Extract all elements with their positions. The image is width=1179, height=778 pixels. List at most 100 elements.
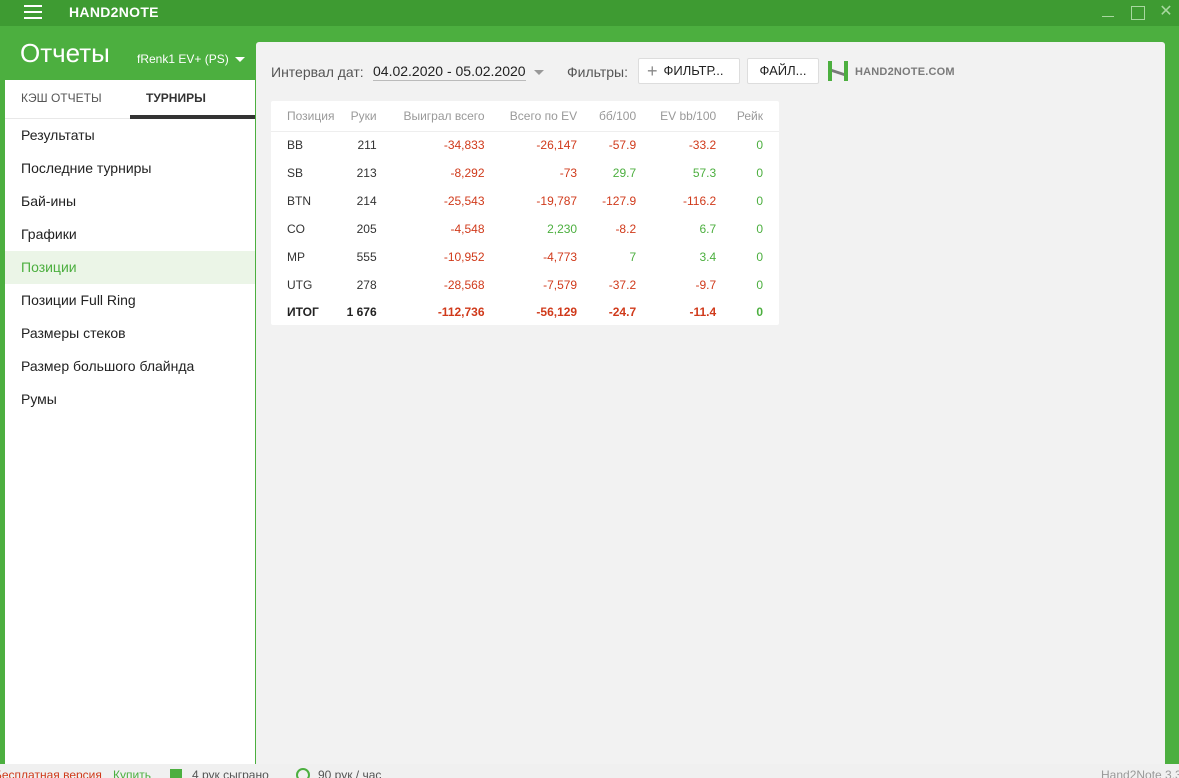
positions-table: Позиция Руки Выиграл всего Всего по EV б… xyxy=(271,101,779,325)
cell-pos: CO xyxy=(287,222,305,236)
cell-ev: -4,773 xyxy=(543,250,578,264)
cell-won: -4,548 xyxy=(450,222,485,236)
column-header-rake[interactable]: Рейк xyxy=(732,101,779,132)
sidebar-item-rooms[interactable]: Румы xyxy=(5,383,255,416)
cell-bb100: -127.9 xyxy=(602,194,637,208)
table-total-row[interactable]: ИТОГ 1 676 -112,736 -56,129 -24.7 -11.4 0 xyxy=(271,299,779,325)
chevron-down-icon xyxy=(234,57,245,63)
cell-won: -112,736 xyxy=(437,305,485,319)
sidebar-item-graphs[interactable]: Графики xyxy=(5,218,255,251)
date-range-selector[interactable]: 04.02.2020 - 05.02.2020 xyxy=(373,63,526,81)
cell-pos: SB xyxy=(287,166,304,180)
cell-won: -28,568 xyxy=(443,278,485,292)
cell-pos: BTN xyxy=(287,194,311,208)
hamburger-icon[interactable] xyxy=(24,5,42,19)
table-row[interactable]: BB 211 -34,833 -26,147 -57.9 -33.2 0 xyxy=(271,131,779,159)
table-row[interactable]: SB 213 -8,292 -73 29.7 57.3 0 xyxy=(271,159,779,187)
tab-tournaments[interactable]: ТУРНИРЫ xyxy=(146,91,206,105)
cell-won: -8,292 xyxy=(450,166,485,180)
cell-won: -34,833 xyxy=(443,138,485,153)
cell-pos: UTG xyxy=(287,278,313,292)
sidebar-item-results[interactable]: Результаты xyxy=(5,119,255,152)
cell-ev: -26,147 xyxy=(536,138,578,153)
main-panel: Интервал дат: 04.02.2020 - 05.02.2020 Фи… xyxy=(256,42,1165,764)
cell-rake: 0 xyxy=(756,250,763,264)
cell-ev: -73 xyxy=(559,166,578,180)
cell-hands: 555 xyxy=(356,250,377,264)
column-header-hands[interactable]: Руки xyxy=(341,101,393,132)
chevron-down-icon[interactable] xyxy=(534,70,544,75)
cell-hands: 211 xyxy=(357,138,377,153)
hands-played-count: 4 рук сыграно xyxy=(192,768,269,778)
cell-bb100: -37.2 xyxy=(608,278,637,292)
cell-ev: 2,230 xyxy=(547,222,578,236)
sidebar-item-buyins[interactable]: Бай-ины xyxy=(5,185,255,218)
cell-evbb: 3.4 xyxy=(699,250,717,264)
title-bar: HAND2NOTE ✕ xyxy=(0,0,1179,26)
cell-evbb: -11.4 xyxy=(689,305,717,319)
table-row[interactable]: UTG 278 -28,568 -7,579 -37.2 -9.7 0 xyxy=(271,271,779,299)
column-header-bb100[interactable]: бб/100 xyxy=(593,101,653,132)
table-header-row: Позиция Руки Выиграл всего Всего по EV б… xyxy=(271,101,779,132)
add-filter-button[interactable]: + ФИЛЬТР... xyxy=(638,58,740,84)
cell-bb100: 29.7 xyxy=(612,166,637,180)
cell-evbb: 57.3 xyxy=(692,166,717,180)
minimize-icon[interactable] xyxy=(1099,4,1117,22)
date-interval-label: Интервал дат: xyxy=(271,64,364,80)
cell-evbb: -33.2 xyxy=(688,138,717,153)
table-row[interactable]: BTN 214 -25,543 -19,787 -127.9 -116.2 0 xyxy=(271,187,779,215)
cell-ev: -19,787 xyxy=(536,194,578,208)
cell-bb100: -8.2 xyxy=(615,222,637,236)
cell-won: -10,952 xyxy=(443,250,485,264)
file-button[interactable]: ФАЙЛ... xyxy=(747,58,819,84)
cell-rake: 0 xyxy=(756,305,763,319)
cell-evbb: 6.7 xyxy=(699,222,717,236)
sidebar-item-recent-tournaments[interactable]: Последние турниры xyxy=(5,152,255,185)
positions-table-card: Позиция Руки Выиграл всего Всего по EV б… xyxy=(271,101,779,325)
table-row[interactable]: MP 555 -10,952 -4,773 7 3.4 0 xyxy=(271,243,779,271)
cell-hands: 1 676 xyxy=(346,305,377,319)
version-label: Hand2Note 3.3 xyxy=(1101,768,1179,778)
column-header-position[interactable]: Позиция xyxy=(271,101,342,132)
column-header-ev-total[interactable]: Всего по EV xyxy=(500,101,594,132)
hands-per-hour: 90 рук / час xyxy=(318,768,382,778)
cell-pos: BB xyxy=(287,138,304,153)
page-title: Отчеты xyxy=(20,38,110,68)
bar-chart-icon xyxy=(170,769,182,778)
report-nav-list: Результаты Последние турниры Бай-ины Гра… xyxy=(5,119,255,416)
status-bar: Бесплатная версия Купить 4 рук сыграно 9… xyxy=(0,764,1179,778)
add-filter-label: ФИЛЬТР... xyxy=(663,63,724,78)
sidebar-item-positions-full-ring[interactable]: Позиции Full Ring xyxy=(5,284,255,317)
sidebar-item-positions[interactable]: Позиции xyxy=(5,251,255,284)
free-version-label: Бесплатная версия xyxy=(0,768,102,778)
table-body: BB 211 -34,833 -26,147 -57.9 -33.2 0 SB 213 -8,29… xyxy=(271,131,779,325)
cell-evbb: -116.2 xyxy=(683,194,717,208)
cell-ev: -7,579 xyxy=(543,278,578,292)
column-header-won-total[interactable]: Выиграл всего xyxy=(392,101,501,132)
report-tabs: КЭШ ОТЧЕТЫ ТУРНИРЫ xyxy=(5,80,255,119)
cell-pos: ИТОГ xyxy=(287,305,319,319)
cell-bb100: -57.9 xyxy=(608,138,637,153)
cell-hands: 213 xyxy=(356,166,377,180)
sidebar-item-big-blind-size[interactable]: Размер большого блайнда xyxy=(5,350,255,383)
table-row[interactable]: CO 205 -4,548 2,230 -8.2 6.7 0 xyxy=(271,215,779,243)
close-icon[interactable]: ✕ xyxy=(1157,4,1175,22)
plus-icon: + xyxy=(647,61,658,81)
cell-rake: 0 xyxy=(756,222,763,236)
cell-hands: 214 xyxy=(356,194,377,208)
cell-bb100: 7 xyxy=(629,250,637,264)
cell-won: -25,543 xyxy=(443,194,485,208)
sidebar-item-stack-sizes[interactable]: Размеры стеков xyxy=(5,317,255,350)
maximize-icon[interactable] xyxy=(1129,4,1147,22)
timer-icon xyxy=(296,768,310,778)
report-toolbar: Интервал дат: 04.02.2020 - 05.02.2020 Фи… xyxy=(271,58,1151,84)
player-selector[interactable]: fRenk1 EV+ (PS) xyxy=(137,52,245,66)
cell-evbb: -9.7 xyxy=(695,278,717,292)
buy-link[interactable]: Купить xyxy=(113,768,151,778)
tab-cash-reports[interactable]: КЭШ ОТЧЕТЫ xyxy=(21,91,102,105)
cell-rake: 0 xyxy=(756,194,763,208)
column-header-ev-bb100[interactable]: EV bb/100 xyxy=(652,101,733,132)
cell-bb100: -24.7 xyxy=(608,305,637,319)
cell-rake: 0 xyxy=(756,138,763,153)
cell-hands: 278 xyxy=(356,278,377,292)
